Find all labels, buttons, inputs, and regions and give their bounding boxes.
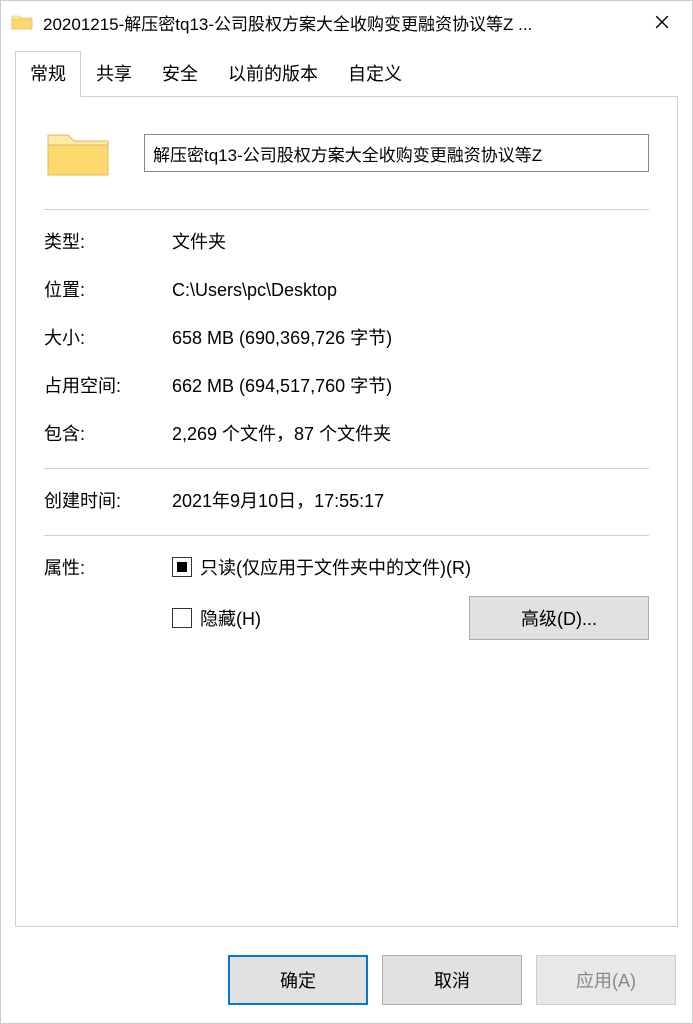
folder-name-input[interactable] <box>144 134 649 172</box>
size-on-disk-label: 占用空间: <box>44 372 172 398</box>
type-value: 文件夹 <box>172 228 226 254</box>
folder-icon <box>11 13 33 31</box>
type-row: 类型: 文件夹 <box>44 228 649 254</box>
name-row <box>44 125 649 181</box>
tab-sharing[interactable]: 共享 <box>81 51 147 96</box>
tab-previous-versions[interactable]: 以前的版本 <box>213 51 333 96</box>
size-on-disk-row: 占用空间: 662 MB (694,517,760 字节) <box>44 372 649 398</box>
folder-large-icon <box>44 125 112 181</box>
apply-button[interactable]: 应用(A) <box>536 955 676 1005</box>
titlebar: 20201215-解压密tq13-公司股权方案大全收购变更融资协议等Z ... <box>1 1 692 41</box>
ok-button[interactable]: 确定 <box>228 955 368 1005</box>
readonly-checkbox-row[interactable]: 只读(仅应用于文件夹中的文件)(R) <box>172 554 649 580</box>
tab-customize[interactable]: 自定义 <box>333 51 417 96</box>
size-value: 658 MB (690,369,726 字节) <box>172 324 392 350</box>
size-row: 大小: 658 MB (690,369,726 字节) <box>44 324 649 350</box>
hidden-label: 隐藏(H) <box>200 605 261 631</box>
location-row: 位置: C:\Users\pc\Desktop <box>44 276 649 302</box>
tab-panel-general: 类型: 文件夹 位置: C:\Users\pc\Desktop 大小: 658 … <box>15 96 678 927</box>
tab-security[interactable]: 安全 <box>147 51 213 96</box>
size-on-disk-value: 662 MB (694,517,760 字节) <box>172 372 392 398</box>
location-label: 位置: <box>44 276 172 302</box>
created-label: 创建时间: <box>44 487 172 513</box>
divider <box>44 468 649 469</box>
contains-row: 包含: 2,269 个文件，87 个文件夹 <box>44 420 649 446</box>
hidden-checkbox[interactable] <box>172 608 192 628</box>
created-value: 2021年9月10日，17:55:17 <box>172 487 384 513</box>
attributes-section: 属性: 只读(仅应用于文件夹中的文件)(R) 隐藏(H) 高级(D)... <box>44 554 649 640</box>
contains-label: 包含: <box>44 420 172 446</box>
type-label: 类型: <box>44 228 172 254</box>
close-button[interactable] <box>642 6 682 38</box>
contains-value: 2,269 个文件，87 个文件夹 <box>172 420 391 446</box>
tab-general[interactable]: 常规 <box>15 51 81 97</box>
divider <box>44 209 649 210</box>
location-value: C:\Users\pc\Desktop <box>172 280 337 301</box>
tab-strip: 常规 共享 安全 以前的版本 自定义 <box>1 41 692 96</box>
readonly-checkbox[interactable] <box>172 557 192 577</box>
cancel-button[interactable]: 取消 <box>382 955 522 1005</box>
properties-dialog: 20201215-解压密tq13-公司股权方案大全收购变更融资协议等Z ... … <box>0 0 693 1024</box>
attributes-label: 属性: <box>44 558 85 578</box>
hidden-checkbox-row[interactable]: 隐藏(H) <box>172 605 261 631</box>
size-label: 大小: <box>44 324 172 350</box>
divider <box>44 535 649 536</box>
readonly-label: 只读(仅应用于文件夹中的文件)(R) <box>200 554 471 580</box>
window-title: 20201215-解压密tq13-公司股权方案大全收购变更融资协议等Z ... <box>43 10 642 35</box>
created-row: 创建时间: 2021年9月10日，17:55:17 <box>44 487 649 513</box>
dialog-button-bar: 确定 取消 应用(A) <box>1 941 692 1023</box>
advanced-button[interactable]: 高级(D)... <box>469 596 649 640</box>
